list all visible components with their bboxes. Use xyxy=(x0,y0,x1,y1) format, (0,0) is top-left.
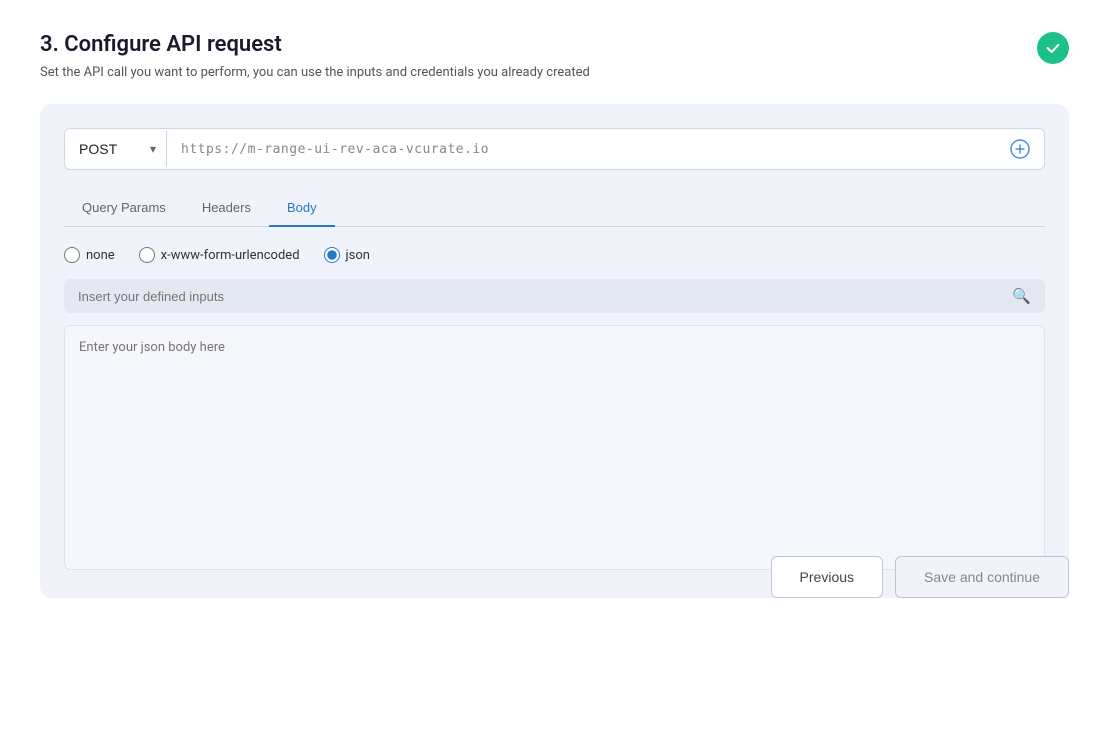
tabs-row: Query Params Headers Body xyxy=(64,190,1045,227)
radio-json[interactable] xyxy=(324,247,340,263)
page-subtitle: Set the API call you want to perform, yo… xyxy=(40,65,1069,80)
footer-buttons: Previous Save and continue xyxy=(771,556,1069,598)
radio-option-json[interactable]: json xyxy=(324,247,370,263)
radio-urlencoded-label: x-www-form-urlencoded xyxy=(161,248,300,263)
radio-json-label: json xyxy=(346,248,370,263)
radio-urlencoded[interactable] xyxy=(139,247,155,263)
previous-button[interactable]: Previous xyxy=(771,556,883,598)
tab-query-params[interactable]: Query Params xyxy=(64,190,184,227)
search-input[interactable] xyxy=(78,289,1012,304)
url-input[interactable] xyxy=(167,132,996,167)
api-config-card: POST GET PUT PATCH DELETE ▾ Query Params… xyxy=(40,104,1069,598)
search-icon: 🔍 xyxy=(1012,287,1031,305)
radio-option-none[interactable]: none xyxy=(64,247,115,263)
radio-option-urlencoded[interactable]: x-www-form-urlencoded xyxy=(139,247,300,263)
method-select[interactable]: POST GET PUT PATCH DELETE xyxy=(65,131,166,167)
radio-none-label: none xyxy=(86,248,115,263)
method-select-wrapper: POST GET PUT PATCH DELETE ▾ xyxy=(65,131,167,167)
check-circle-icon xyxy=(1037,32,1069,64)
json-body-textarea[interactable] xyxy=(64,325,1045,570)
page-title: 3. Configure API request xyxy=(40,32,1069,57)
url-add-button[interactable] xyxy=(996,129,1044,169)
radio-none[interactable] xyxy=(64,247,80,263)
url-row: POST GET PUT PATCH DELETE ▾ xyxy=(64,128,1045,170)
body-options: none x-www-form-urlencoded json xyxy=(64,247,1045,263)
tab-body[interactable]: Body xyxy=(269,190,335,227)
tab-headers[interactable]: Headers xyxy=(184,190,269,227)
save-continue-button[interactable]: Save and continue xyxy=(895,556,1069,598)
search-input-row: 🔍 xyxy=(64,279,1045,313)
